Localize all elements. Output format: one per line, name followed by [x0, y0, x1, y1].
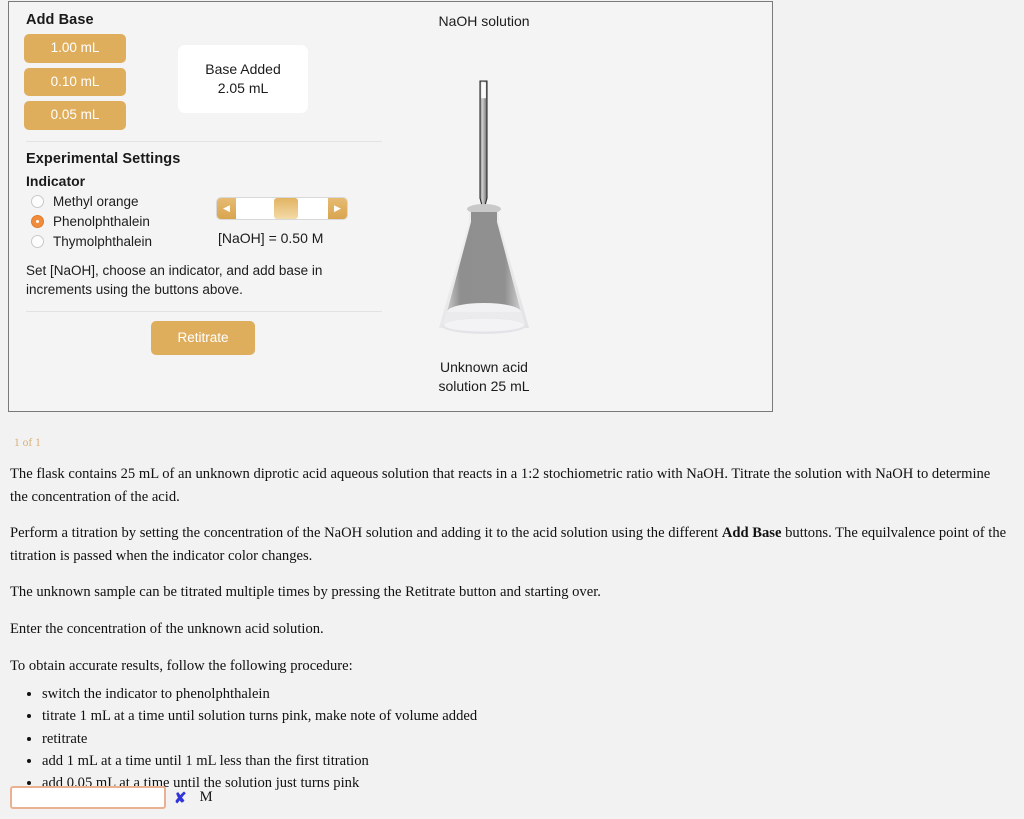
add-base-0-05-ml-button[interactable]: 0.05 mL — [24, 101, 126, 130]
paragraph-2-text-a: Perform a titration by setting the conce… — [10, 525, 722, 542]
page-counter: 1 of 1 — [14, 437, 41, 449]
indicator-option-label: Thymolphthalein — [53, 234, 153, 249]
titration-simulator-panel: Add Base 1.00 mL 0.10 mL 0.05 mL Base Ad… — [8, 1, 773, 412]
controls-column: Add Base 1.00 mL 0.10 mL 0.05 mL Base Ad… — [24, 12, 384, 355]
indicator-option-thymolphthalein[interactable]: Thymolphthalein — [24, 232, 214, 252]
base-added-value: 2.05 mL — [217, 80, 269, 96]
base-added-card: Base Added 2.05 mL — [178, 45, 308, 113]
slider-thumb-handle[interactable] — [273, 197, 298, 219]
question-body: 1 of 1 The flask contains 25 mL of an un… — [0, 425, 1024, 794]
add-base-button-stack: 1.00 mL 0.10 mL 0.05 mL — [24, 34, 126, 130]
base-added-title: Base Added — [205, 61, 281, 78]
add-base-0-10-ml-button[interactable]: 0.10 mL — [24, 67, 126, 96]
indicator-radio-group: Methyl orange Phenolphthalein Thymolphth… — [24, 192, 214, 252]
chevron-right-icon: ▶ — [334, 202, 341, 213]
concentration-slider-column: ◀ ▶ [NaOH] = 0.50 M — [217, 192, 347, 252]
list-item: titrate 1 mL at a time until solution tu… — [42, 705, 1014, 727]
add-base-1-00-ml-button[interactable]: 1.00 mL — [24, 34, 126, 63]
indicator-option-phenolphthalein[interactable]: Phenolphthalein — [24, 212, 214, 232]
question-paragraph-2: Perform a titration by setting the conce… — [10, 522, 1010, 567]
list-item: retitrate — [42, 728, 1014, 750]
question-paragraph-5: To obtain accurate results, follow the f… — [10, 657, 353, 674]
burette-icon — [479, 80, 488, 214]
procedure-list: switch the indicator to phenolphthalein … — [10, 683, 1014, 794]
incorrect-answer-icon: ✘ — [174, 789, 187, 807]
erlenmeyer-flask-icon — [439, 204, 529, 334]
experimental-settings-title: Experimental Settings — [26, 150, 181, 167]
divider-bottom — [26, 310, 382, 312]
chevron-left-icon: ◀ — [223, 202, 230, 213]
list-item: switch the indicator to phenolphthalein — [42, 683, 1014, 705]
slider-increase-arrow-button[interactable]: ▶ — [328, 197, 347, 219]
question-paragraph-1: The flask contains 25 mL of an unknown d… — [10, 466, 991, 505]
concentration-readout: [NaOH] = 0.50 M — [218, 229, 324, 246]
indicator-option-label: Phenolphthalein — [53, 214, 150, 229]
add-base-bold-term: Add Base — [721, 525, 782, 542]
concentration-slider[interactable]: ◀ ▶ — [217, 197, 347, 219]
indicator-option-methyl-orange[interactable]: Methyl orange — [24, 192, 214, 212]
retitrate-button-wrap: Retitrate — [24, 320, 382, 355]
settings-hint-text: Set [NaOH], choose an indicator, and add… — [26, 262, 323, 298]
naoh-solution-label: NaOH solution — [438, 13, 530, 29]
add-base-title: Add Base — [26, 12, 94, 28]
divider-top — [26, 140, 382, 142]
slider-decrease-arrow-button[interactable]: ◀ — [217, 197, 236, 219]
apparatus-area: NaOH solution Unknown acid solution 25 m… — [389, 10, 579, 400]
experimental-settings-section: Experimental Settings Indicator Methyl o… — [24, 151, 384, 355]
answer-input[interactable] — [10, 786, 166, 809]
indicator-settings-row: Methyl orange Phenolphthalein Thymolphth… — [24, 192, 384, 252]
add-base-row: 1.00 mL 0.10 mL 0.05 mL Base Added 2.05 … — [24, 34, 384, 130]
retitrate-button[interactable]: Retitrate — [151, 320, 255, 355]
radio-unselected-icon[interactable] — [31, 195, 44, 208]
radio-selected-icon[interactable] — [31, 215, 44, 228]
slider-track[interactable] — [236, 197, 328, 219]
question-paragraph-3: The unknown sample can be titrated multi… — [10, 584, 601, 601]
indicator-option-label: Methyl orange — [53, 194, 139, 209]
flask-caption-line-2: solution 25 mL — [438, 377, 530, 394]
list-item: add 1 mL at a time until 1 mL less than … — [42, 750, 1014, 772]
indicator-label: Indicator — [26, 172, 86, 189]
question-paragraph-4: Enter the concentration of the unknown a… — [10, 621, 324, 638]
answer-row: ✘ M — [10, 786, 213, 809]
answer-unit-label: M — [199, 789, 213, 805]
flask-caption-line-1: Unknown acid — [440, 359, 528, 375]
radio-unselected-icon[interactable] — [31, 235, 44, 248]
flask-caption: Unknown acid solution 25 mL — [389, 358, 579, 396]
